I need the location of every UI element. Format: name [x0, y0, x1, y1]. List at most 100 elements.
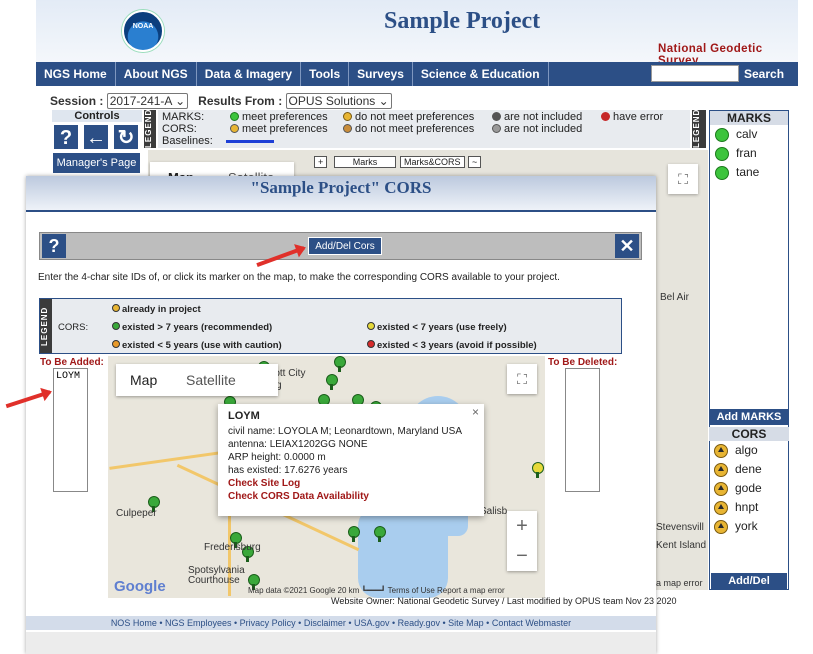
- legend-marks-not-meet: do not meet preferences: [355, 111, 475, 123]
- cors-info-window: × LOYM civil name: LOYOLA M; Leonardtown…: [218, 404, 484, 516]
- bg-place-label: Stevensvill: [656, 522, 704, 533]
- bg-place-label: Kent Island: [656, 540, 707, 551]
- legend-marks-label: MARKS:: [162, 111, 205, 123]
- map-tab[interactable]: Map: [130, 364, 157, 396]
- mark-item[interactable]: fran: [710, 144, 788, 163]
- nav-surveys[interactable]: Surveys: [349, 62, 413, 86]
- check-data-availability-link[interactable]: Check CORS Data Availability: [228, 490, 474, 503]
- cors-marker[interactable]: [374, 526, 386, 542]
- nav-science-education[interactable]: Science & Education: [413, 62, 549, 86]
- refresh-icon[interactable]: ↻: [113, 124, 139, 150]
- place-label: Frederisburg: [204, 542, 261, 553]
- dialog-help-button[interactable]: ?: [42, 234, 66, 258]
- managers-page-button[interactable]: Manager's Page: [53, 153, 140, 173]
- dialog-title-bar: "Sample Project" CORS: [26, 176, 656, 212]
- fullscreen-icon[interactable]: ⛶: [507, 364, 537, 394]
- legend-cors-label: CORS:: [58, 322, 89, 333]
- cors-item[interactable]: hnpt: [709, 498, 789, 517]
- dialog-title: "Sample Project" CORS: [250, 178, 432, 197]
- cors-meet-icon: [230, 124, 239, 133]
- info-has-existed: has existed: 17.6276 years: [228, 465, 348, 476]
- bg-marks-chip[interactable]: Marks: [334, 156, 396, 168]
- session-row: Session : 2017-241-A ⌄ Results From : OP…: [50, 93, 392, 109]
- search-button[interactable]: Search: [744, 62, 784, 86]
- session-label: Session :: [50, 94, 104, 108]
- top-legend: MARKS: CORS: Baselines: meet preferences…: [158, 110, 690, 148]
- bg-report-error-link[interactable]: a map error: [656, 578, 703, 588]
- cors-item[interactable]: gode: [709, 479, 789, 498]
- cors-marker[interactable]: [326, 374, 338, 390]
- nav-ngs-home[interactable]: NGS Home: [36, 62, 116, 86]
- results-label: Results From :: [198, 94, 283, 108]
- water-bay: [358, 506, 448, 598]
- back-arrow-icon[interactable]: ←: [83, 124, 109, 150]
- mark-item[interactable]: tane: [710, 163, 788, 182]
- bg-tilde-chip[interactable]: ~: [468, 156, 482, 168]
- legend-strip: LEGEND: [40, 299, 52, 353]
- cors-item[interactable]: dene: [709, 460, 789, 479]
- legend-have-error: have error: [613, 111, 664, 123]
- bg-place-label: Bel Air: [660, 292, 689, 303]
- to-be-added-input[interactable]: LOYM: [53, 368, 88, 492]
- baseline-swatch: [226, 140, 274, 143]
- add-del-cors-dialog-button[interactable]: Add/Del Cors: [308, 237, 382, 255]
- bg-marks-cors-chip[interactable]: Marks&CORS: [400, 156, 465, 168]
- place-label: Spotsylvania Courthouse: [188, 565, 245, 586]
- dialog-toolbar: ? Add/Del Cors ✕: [39, 232, 642, 260]
- google-logo: Google: [114, 578, 166, 595]
- yellow-pin-icon: [367, 322, 375, 330]
- cors-item[interactable]: algo: [709, 441, 789, 460]
- cors-marker[interactable]: [334, 356, 346, 372]
- grey-x-icon: [492, 112, 501, 121]
- legend-lt3: existed < 3 years (avoid if possible): [377, 340, 537, 351]
- info-site-id: LOYM: [228, 410, 260, 422]
- search-input[interactable]: [651, 65, 739, 82]
- cors-map[interactable]: Ellicott City altsburg Culpeper Frederis…: [108, 356, 545, 598]
- place-label: Culpeper: [116, 508, 157, 519]
- cors-item[interactable]: york: [709, 517, 789, 536]
- website-owner-line: Website Owner: National Geodetic Survey …: [331, 596, 677, 606]
- orange-pin-icon: [112, 340, 120, 348]
- cors-dialog: "Sample Project" CORS ? Add/Del Cors ✕ E…: [26, 176, 677, 654]
- footer-links[interactable]: NOS Home • NGS Employees • Privacy Polic…: [26, 616, 656, 630]
- info-antenna: antenna: LEIAX1202GG NONE: [228, 439, 368, 450]
- results-select[interactable]: OPUS Solutions ⌄: [285, 93, 392, 109]
- page-header: NOAA Sample Project National Geodetic Su…: [36, 0, 798, 67]
- green-pin-icon: [112, 322, 120, 330]
- legend-strip: LEGEND: [144, 109, 156, 148]
- page-title: Sample Project: [384, 8, 541, 34]
- add-del-cors-button[interactable]: Add/Del CORS: [711, 573, 787, 603]
- info-arp-height: ARP height: 0.0000 m: [228, 452, 326, 463]
- mark-item[interactable]: calv: [710, 125, 788, 144]
- bg-zoom-plus-chip[interactable]: +: [314, 156, 328, 168]
- add-marks-button[interactable]: Add MARKS: [709, 409, 789, 425]
- satellite-tab[interactable]: Satellite: [186, 364, 236, 396]
- footer-bar: [26, 632, 656, 654]
- red-x-icon: [601, 112, 610, 121]
- check-site-log-link[interactable]: Check Site Log: [228, 477, 474, 490]
- nav-about-ngs[interactable]: About NGS: [116, 62, 197, 86]
- bg-fullscreen-icon[interactable]: ⛶: [668, 164, 698, 194]
- help-button[interactable]: ?: [53, 124, 79, 150]
- map-attribution: Map data ©2021 Google 20 km ┗━━━┛ Terms …: [248, 586, 505, 595]
- close-icon[interactable]: ✕: [615, 234, 639, 258]
- legend-gt7: existed > 7 years (recommended): [122, 322, 273, 333]
- map-type-control: Map Satellite: [116, 364, 278, 396]
- legend-cors-not-included: are not included: [504, 123, 583, 135]
- to-be-deleted-input[interactable]: [565, 368, 600, 492]
- zoom-out-button[interactable]: −: [507, 541, 537, 571]
- nav-data-imagery[interactable]: Data & Imagery: [197, 62, 302, 86]
- green-circle-icon: [230, 112, 239, 121]
- session-select[interactable]: 2017-241-A ⌄: [106, 93, 189, 109]
- place-label: Salisb: [480, 506, 508, 517]
- zoom-in-button[interactable]: +: [507, 511, 537, 541]
- info-close-icon[interactable]: ×: [472, 405, 479, 419]
- noaa-logo: NOAA: [122, 10, 164, 52]
- info-civil-name: civil name: LOYOLA M; Leonardtown, Maryl…: [228, 426, 462, 437]
- cors-marker[interactable]: [532, 462, 544, 478]
- zoom-control: + −: [507, 511, 537, 571]
- loym-marker[interactable]: [348, 526, 360, 542]
- nav-tools[interactable]: Tools: [301, 62, 350, 86]
- cors-not-included-icon: [492, 124, 501, 133]
- red-pin-icon: [367, 340, 375, 348]
